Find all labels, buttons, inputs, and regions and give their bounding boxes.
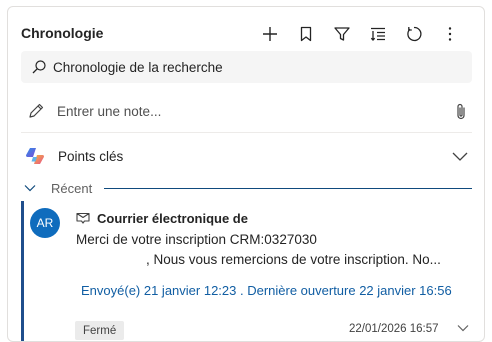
timeline-header: Chronologie	[8, 7, 484, 47]
sort-icon	[370, 27, 385, 41]
attach-icon[interactable]	[452, 102, 470, 120]
key-points-label: Points clés	[58, 148, 124, 164]
key-points-section[interactable]: Points clés	[21, 139, 472, 173]
timeline-search[interactable]: Chronologie de la recherche	[21, 51, 472, 83]
toolbar	[252, 22, 468, 46]
timeline-panel: Chronologie Chronologie de la recherche …	[7, 6, 485, 342]
status-badge: Fermé	[75, 321, 125, 340]
note-placeholder: Entrer une note...	[57, 103, 162, 119]
add-button[interactable]	[252, 22, 288, 46]
add-icon	[263, 27, 277, 41]
more-icon	[448, 27, 452, 41]
search-placeholder: Chronologie de la recherche	[53, 59, 223, 75]
recent-group-header[interactable]: Récent	[21, 179, 472, 197]
activity-card[interactable]: AR Courrier électronique de Merci de vot…	[21, 201, 472, 341]
copilot-icon	[26, 148, 44, 164]
note-input[interactable]: Entrer une note...	[21, 95, 472, 127]
chevron-down-icon[interactable]	[23, 181, 37, 195]
avatar[interactable]: AR	[30, 208, 60, 238]
pencil-icon	[29, 103, 44, 118]
divider	[21, 132, 472, 133]
activity-accent-bar	[21, 201, 24, 341]
chevron-down-icon[interactable]	[455, 320, 471, 336]
filter-button[interactable]	[324, 22, 360, 46]
filter-icon	[334, 27, 350, 41]
activity-body: , Nous vous remercions de votre inscript…	[146, 252, 441, 267]
activity-type: Courrier électronique de	[97, 210, 248, 226]
recent-label: Récent	[51, 180, 93, 196]
chevron-down-icon[interactable]	[450, 146, 470, 166]
bookmark-button[interactable]	[288, 22, 324, 46]
panel-title: Chronologie	[21, 25, 104, 41]
search-icon	[32, 60, 46, 74]
more-options-button[interactable]	[432, 22, 468, 46]
activity-header: Courrier électronique de	[75, 210, 248, 226]
email-icon	[76, 212, 90, 224]
activity-sent-info[interactable]: Envoyé(e) 21 janvier 12:23 . Dernière ou…	[81, 283, 452, 298]
sort-button[interactable]	[360, 22, 396, 46]
recent-divider	[104, 187, 472, 189]
refresh-button[interactable]	[396, 22, 432, 46]
bookmark-icon	[300, 26, 312, 42]
activity-date: 22/01/2026 16:57	[349, 323, 439, 335]
refresh-icon	[407, 26, 422, 42]
activity-subject: Merci de votre inscription CRM:0327030	[76, 232, 317, 247]
